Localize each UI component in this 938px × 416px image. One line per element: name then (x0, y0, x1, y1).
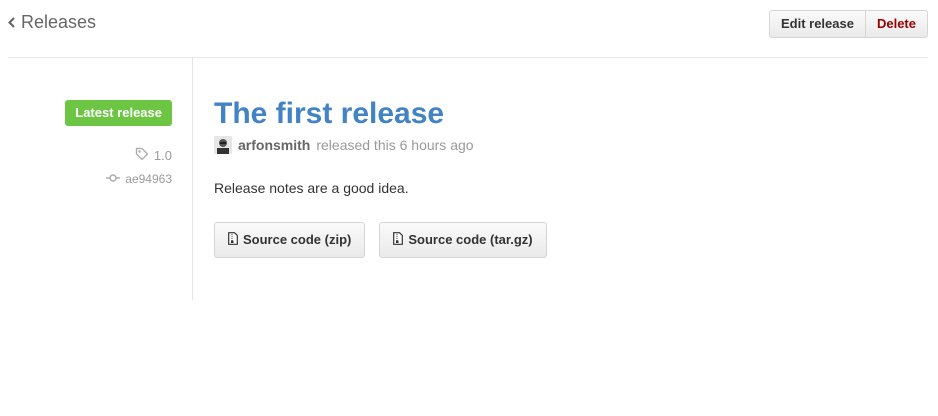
page-header: Releases Edit release Delete (8, 10, 928, 40)
release-tag[interactable]: 1.0 (135, 147, 172, 164)
download-targz-button[interactable]: Source code (tar.gz) (379, 222, 547, 258)
release-meta-sidebar: Latest release 1.0 ae94963 (8, 58, 193, 300)
delete-release-button[interactable]: Delete (866, 11, 927, 37)
latest-release-badge: Latest release (65, 100, 172, 126)
release-byline: arfonsmith released this 6 hours ago (214, 136, 474, 154)
file-zip-icon (393, 232, 404, 248)
release-time: released this 6 hours ago (316, 137, 474, 153)
author-name[interactable]: arfonsmith (238, 137, 310, 153)
release-commit[interactable]: ae94963 (106, 172, 172, 186)
release-notes: Release notes are a good idea. (214, 180, 409, 196)
avatar[interactable] (214, 136, 232, 154)
commit-icon (106, 172, 121, 186)
download-zip-label: Source code (zip) (243, 232, 352, 247)
tag-name: 1.0 (153, 148, 172, 163)
tag-icon (135, 147, 149, 164)
releases-back-link[interactable]: Releases (8, 12, 96, 33)
release-title[interactable]: The first release (214, 96, 444, 132)
release-downloads: Source code (zip) Source code (tar.gz) (214, 222, 547, 258)
download-zip-button[interactable]: Source code (zip) (214, 222, 366, 258)
download-targz-label: Source code (tar.gz) (408, 232, 533, 247)
release-actions: Edit release Delete (768, 10, 928, 38)
edit-release-button[interactable]: Edit release (770, 11, 866, 37)
commit-sha: ae94963 (125, 172, 172, 186)
file-zip-icon (228, 232, 238, 248)
releases-back-label: Releases (21, 12, 97, 32)
chevron-left-icon (8, 17, 15, 28)
